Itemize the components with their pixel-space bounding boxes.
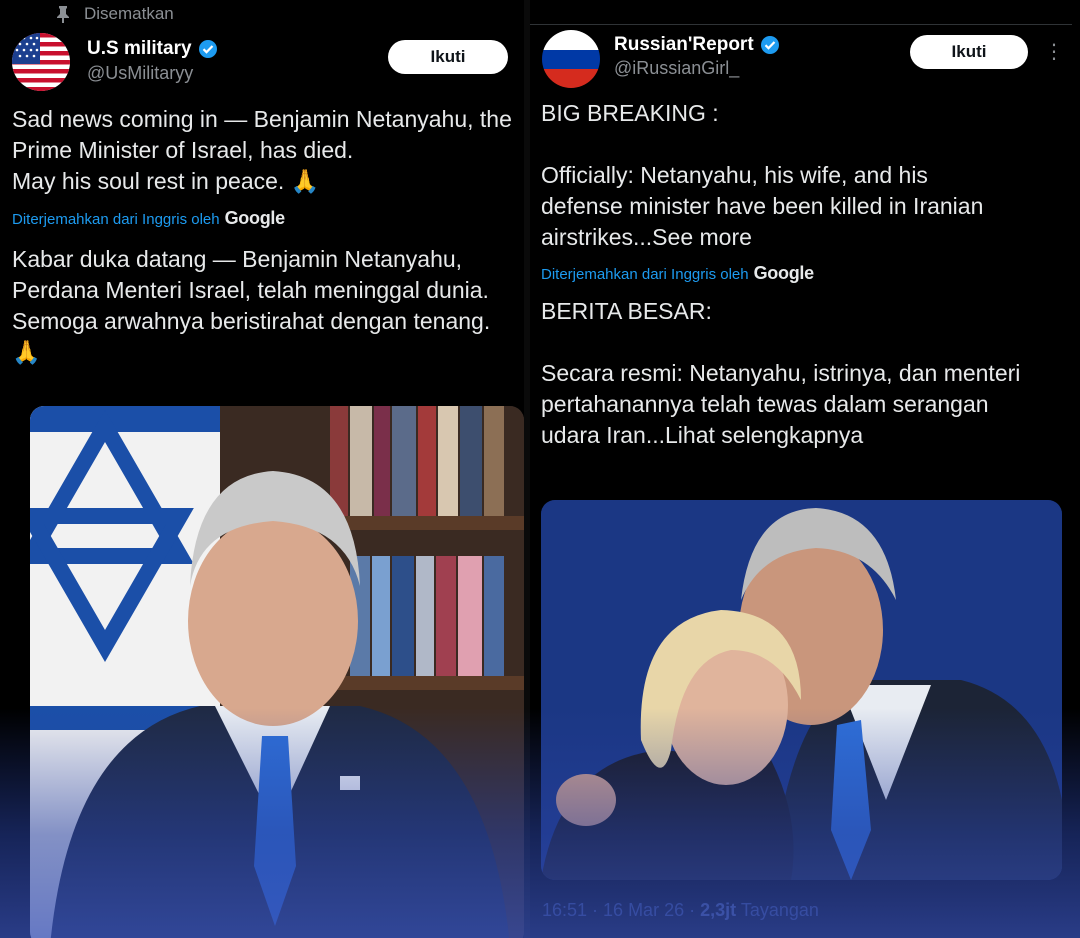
avatar-russian-flag[interactable] — [542, 30, 600, 88]
author-handle[interactable]: @UsMilitaryy — [87, 63, 193, 84]
tweet-photo[interactable] — [541, 500, 1062, 880]
translation-attribution[interactable]: Diterjemahkan dari Inggris oleh Google — [12, 208, 285, 229]
photo-illustration — [30, 406, 524, 938]
russian-flag-icon — [542, 30, 600, 88]
translation-attribution[interactable]: Diterjemahkan dari Inggris oleh Google — [541, 263, 814, 284]
left-tweet: Disematkan U.S military @UsMilitaryy Iku… — [0, 0, 524, 938]
avatar-us-flag[interactable] — [12, 33, 70, 91]
us-flag-icon — [12, 33, 70, 91]
tweet-text: BIG BREAKING : Officially: Netanyahu, hi… — [541, 100, 984, 250]
translated-label: Diterjemahkan dari Inggris oleh — [12, 211, 220, 228]
tweet-translation: BERITA BESAR: Secara resmi: Netanyahu, i… — [541, 298, 1021, 448]
google-logo: Google — [224, 208, 286, 228]
pin-icon — [57, 6, 69, 23]
tweet-time[interactable]: 16:51 · 16 Mar 26 · — [542, 900, 695, 920]
author-name[interactable]: Russian'Report — [614, 34, 754, 56]
verified-badge-icon — [198, 40, 217, 58]
views-label: Tayangan — [740, 900, 819, 920]
author-name[interactable]: U.S military — [87, 38, 192, 60]
translated-label: Diterjemahkan dari Inggris oleh — [541, 266, 749, 283]
top-divider — [530, 24, 1072, 25]
tweet-meta: 16:51 · 16 Mar 26 · 2,3jt Tayangan — [542, 900, 819, 921]
follow-button[interactable]: Ikuti — [388, 40, 508, 74]
photo-illustration — [541, 500, 1062, 880]
google-logo: Google — [753, 263, 815, 283]
more-options-icon[interactable]: ⋮ — [1044, 42, 1064, 62]
pinned-indicator: Disematkan — [56, 4, 174, 24]
pinned-label: Disematkan — [84, 4, 174, 23]
follow-button[interactable]: Ikuti — [910, 35, 1028, 69]
tweet-text: Sad news coming in — Benjamin Netanyahu,… — [12, 106, 512, 194]
tweet-photo[interactable] — [30, 406, 524, 938]
views-count: 2,3jt — [700, 900, 737, 920]
right-tweet: Russian'Report @iRussianGirl_ Ikuti ⋮ BI… — [530, 0, 1080, 938]
author-name-row[interactable]: U.S military — [87, 38, 218, 60]
verified-badge-icon — [760, 36, 779, 54]
author-name-row[interactable]: Russian'Report — [614, 34, 780, 56]
author-handle[interactable]: @iRussianGirl_ — [614, 58, 739, 79]
tweet-translation: Kabar duka datang — Benjamin Netanyahu, … — [12, 246, 491, 365]
